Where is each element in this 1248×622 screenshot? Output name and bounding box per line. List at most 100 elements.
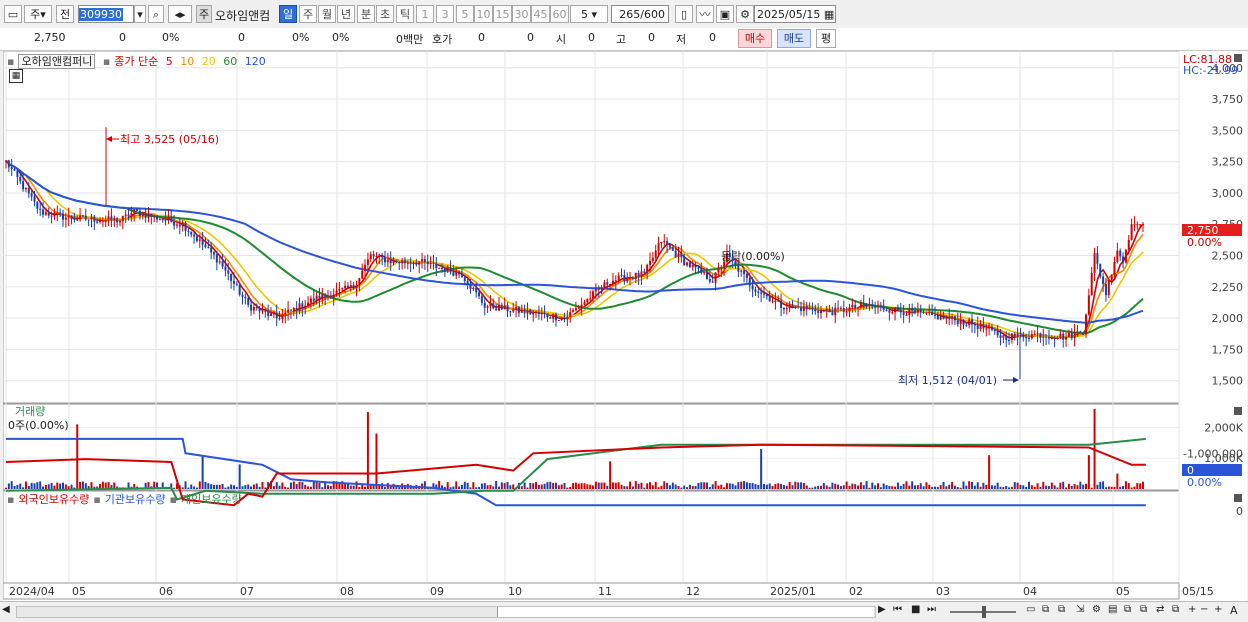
x-axis-bar xyxy=(2,582,1180,600)
candle-body xyxy=(671,247,674,251)
code-input[interactable]: 309930 xyxy=(78,5,134,23)
interval-button-10[interactable]: 10 xyxy=(474,5,493,23)
legend-stock-name[interactable]: 오하임앤컴퍼니 xyxy=(18,54,96,69)
gear-icon[interactable]: ⚙ xyxy=(736,5,754,23)
type-select[interactable]: 주▾ xyxy=(24,5,52,23)
horizontal-scrollbar[interactable] xyxy=(16,606,876,618)
code-dropdown-icon[interactable]: ▾ xyxy=(134,5,146,23)
legend-ma-5[interactable]: 5 xyxy=(166,55,173,68)
interval-button-60[interactable]: 60 xyxy=(550,5,569,23)
candle-body xyxy=(535,311,538,314)
candle-body xyxy=(76,219,79,221)
candle-body xyxy=(657,243,660,251)
tab-period-4[interactable]: 분 xyxy=(357,5,375,23)
font-size-icon[interactable]: A xyxy=(1230,604,1238,617)
legend-holdings-1[interactable]: 기관보유수량 xyxy=(105,493,166,506)
avg-button[interactable]: 평 xyxy=(816,29,836,48)
buy-button[interactable]: 매수 xyxy=(738,29,772,48)
chart-svg[interactable]: 1,5001,7502,0002,2502,5002,7503,0003,250… xyxy=(2,50,1247,601)
interval-button-5[interactable]: 5 xyxy=(456,5,474,23)
candle-body xyxy=(221,261,224,267)
image-icon[interactable]: ⧉ xyxy=(1172,604,1179,615)
count-field[interactable]: 265/600 xyxy=(611,5,669,23)
legend-ma-label[interactable]: 종가 단순 xyxy=(114,55,158,68)
scroll-thumb[interactable] xyxy=(497,607,874,617)
tab-period-0[interactable]: 일 xyxy=(279,5,297,23)
holdings-panel-close-icon[interactable] xyxy=(1234,494,1242,502)
tab-period-3[interactable]: 년 xyxy=(337,5,355,23)
volume-bar xyxy=(535,481,538,489)
price-panel-close-icon[interactable] xyxy=(1234,54,1242,62)
first-page-icon[interactable]: ⏮ xyxy=(893,604,902,615)
save-icon[interactable]: ▣ xyxy=(716,5,734,23)
tab-period-5[interactable]: 초 xyxy=(376,5,394,23)
legend-holdings-2[interactable]: 개인보유수량 xyxy=(181,493,242,506)
volume-bar xyxy=(486,485,489,489)
volume-bar xyxy=(993,485,996,489)
tab-period-2[interactable]: 월 xyxy=(318,5,336,23)
sound-icon[interactable]: ◂▸ xyxy=(168,5,192,23)
legend-holdings-0[interactable]: 외국인보유수량 xyxy=(18,493,89,506)
hoga-value-2: 0 xyxy=(527,31,534,44)
tab-period-6[interactable]: 틱 xyxy=(396,5,414,23)
interval-select[interactable]: 5 ▾ xyxy=(570,5,608,23)
candle-icon[interactable]: ▯ xyxy=(675,5,693,23)
prev-button[interactable]: 전 xyxy=(56,5,74,23)
candle-body xyxy=(187,230,190,232)
legend-ma-10[interactable]: 10 xyxy=(180,55,194,68)
candle-body xyxy=(808,308,811,310)
zoom-slider-handle[interactable] xyxy=(982,606,986,618)
search-icon[interactable]: ⌕ xyxy=(148,5,164,23)
line-chart-icon[interactable]: 〰 xyxy=(696,5,714,23)
window-icon[interactable]: ▭ xyxy=(4,5,22,23)
volume-bar xyxy=(634,481,637,489)
stop-icon[interactable]: ■ xyxy=(911,604,920,615)
volume-bar xyxy=(586,484,589,489)
scroll-left-icon[interactable]: ◀ xyxy=(2,604,14,618)
zoom-in-icon[interactable]: + xyxy=(1188,604,1196,615)
legend-ma-20[interactable]: 20 xyxy=(202,55,216,68)
tab-period-1[interactable]: 주 xyxy=(299,5,317,23)
chart-area[interactable]: 1,5001,7502,0002,2502,5002,7503,0003,250… xyxy=(2,50,1247,601)
candle-body xyxy=(90,216,93,220)
interval-button-1[interactable]: 1 xyxy=(416,5,434,23)
calendar-icon[interactable]: ▦ xyxy=(824,8,834,21)
layout-icon-2[interactable]: ⧉ xyxy=(1042,604,1049,615)
layout-icon-1[interactable]: ▭ xyxy=(1026,604,1035,615)
volume-panel-close-icon[interactable] xyxy=(1234,407,1242,415)
table-icon[interactable]: ▦ xyxy=(9,69,23,83)
date-field[interactable]: 2025/05/15 ▦ xyxy=(754,5,836,23)
volume-bar xyxy=(828,486,831,489)
volume-bar xyxy=(754,484,757,489)
link-icon[interactable]: ⇄ xyxy=(1156,604,1164,615)
candle-body xyxy=(378,254,381,256)
interval-button-30[interactable]: 30 xyxy=(512,5,531,23)
interval-button-15[interactable]: 15 xyxy=(493,5,512,23)
layout-icon-3[interactable]: ⧉ xyxy=(1058,604,1065,615)
plus-icon[interactable]: + xyxy=(1214,604,1222,615)
candle-body xyxy=(238,284,241,295)
zoom-slider[interactable] xyxy=(950,606,1016,618)
candle-body xyxy=(668,245,671,248)
volume-bar xyxy=(885,485,888,489)
volume-bar xyxy=(1053,485,1056,489)
layout-icon-4[interactable]: ▤ xyxy=(1108,604,1117,615)
layout-icon-6[interactable]: ⧉ xyxy=(1140,604,1147,615)
volume-bar xyxy=(577,483,580,489)
last-page-icon[interactable]: ⏭ xyxy=(927,604,936,615)
volume-bar xyxy=(882,483,885,489)
zoom-out-icon[interactable]: − xyxy=(1200,604,1208,615)
scroll-right-icon[interactable]: ▶ xyxy=(878,604,886,615)
legend-ma-120[interactable]: 120 xyxy=(245,55,266,68)
sell-button[interactable]: 매도 xyxy=(777,29,811,48)
legend-ma-60[interactable]: 60 xyxy=(223,55,237,68)
settings-icon[interactable]: ⚙ xyxy=(1092,604,1101,615)
layout-icon-5[interactable]: ⧉ xyxy=(1124,604,1131,615)
fold-icon[interactable]: ⇲ xyxy=(1076,604,1084,615)
volume-bar xyxy=(526,487,529,489)
interval-button-45[interactable]: 45 xyxy=(531,5,550,23)
candle-body xyxy=(39,208,42,210)
interval-button-3[interactable]: 3 xyxy=(436,5,454,23)
candle-body xyxy=(740,270,743,272)
candle-body xyxy=(361,270,364,279)
